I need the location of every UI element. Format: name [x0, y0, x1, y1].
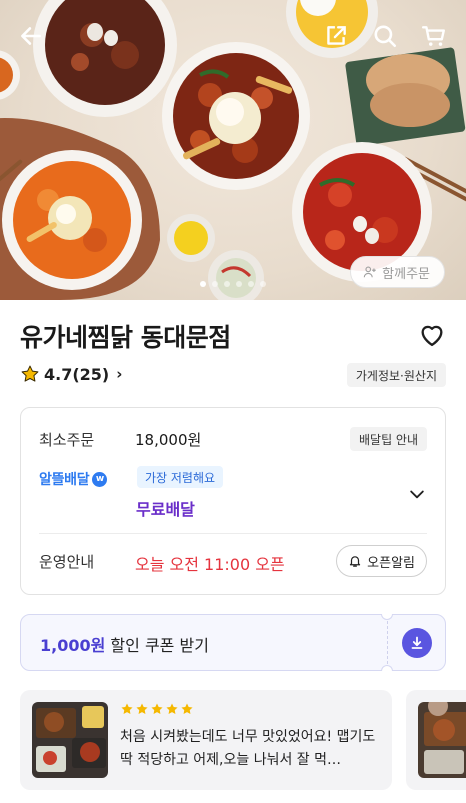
- star-icon: [181, 703, 193, 714]
- open-time-text: 오늘 오전 11:00 오픈: [135, 555, 285, 574]
- coupon-amount: 1,000원: [40, 636, 106, 655]
- heart-outline-icon[interactable]: [418, 321, 446, 349]
- open-alarm-button[interactable]: 오픈알림: [336, 545, 427, 577]
- coupon-download-button[interactable]: [402, 628, 432, 658]
- back-button[interactable]: [17, 22, 45, 50]
- star-icon: [21, 365, 39, 382]
- cheapest-badge: 가장 저렴해요: [137, 466, 224, 488]
- review-photo: [32, 702, 108, 778]
- carousel-dot: [236, 281, 242, 287]
- coupon-notch-bottom: [381, 665, 393, 671]
- star-icon: [166, 703, 178, 714]
- share-icon: [327, 26, 346, 45]
- download-icon: [411, 636, 423, 649]
- rating-link[interactable]: 4.7(25) ›: [20, 364, 122, 384]
- star-icon: [151, 703, 163, 714]
- together-order-button[interactable]: 함께주문: [350, 256, 445, 288]
- search-icon: [374, 25, 397, 48]
- people-icon: [363, 266, 376, 278]
- coupon-text: 1,000원 할인 쿠폰 받기: [40, 632, 209, 656]
- review-text: 처음 시켜봤는데도 너무 맛있었어요! 맵기도 딱 적당하고 어제,오늘 나눠서…: [120, 729, 376, 768]
- brand-label: 알뜰배달: [39, 472, 90, 488]
- carousel-dot: [200, 281, 206, 287]
- cart-icon: [421, 26, 445, 46]
- hero-image-carousel[interactable]: 함께주문: [0, 0, 466, 300]
- coupon-separator: [387, 621, 388, 664]
- open-alarm-label: 오픈알림: [367, 555, 415, 571]
- alttle-delivery-logo: 알뜰배달 w: [39, 469, 108, 489]
- star-icon: [121, 703, 133, 714]
- review-card[interactable]: 처음 시켜봤는데도 너무 맛있었어요! 맵기도 딱 적당하고 어제,오늘 나눠서…: [20, 690, 392, 790]
- rating-value: 4.7(25): [44, 364, 110, 384]
- brand-badge-icon: w: [92, 471, 108, 487]
- together-order-label: 함께주문: [382, 266, 430, 282]
- chevron-right-icon: ›: [116, 365, 123, 383]
- carousel-indicator: [200, 281, 266, 287]
- hours-label: 운영안내: [39, 553, 95, 571]
- coupon-banner[interactable]: 1,000원 할인 쿠폰 받기: [20, 614, 446, 671]
- review-photo-next: [418, 702, 466, 778]
- search-button[interactable]: [371, 22, 399, 50]
- carousel-dot: [260, 281, 266, 287]
- coupon-label: 할인 쿠폰 받기: [105, 636, 209, 655]
- delivery-tip-button[interactable]: 배달팁 안내: [349, 427, 427, 451]
- arrow-left-icon: [21, 27, 41, 45]
- min-order-value: 18,000원: [135, 431, 202, 449]
- review-rating: [120, 702, 194, 716]
- carousel-dot: [248, 281, 254, 287]
- carousel-dot: [224, 281, 230, 287]
- min-order-label: 최소주문: [39, 431, 95, 449]
- share-button[interactable]: [322, 22, 350, 50]
- review-card-next[interactable]: [406, 690, 466, 790]
- chevron-down-icon[interactable]: [407, 484, 427, 504]
- star-icon: [136, 703, 148, 714]
- store-name: 유가네찜닭 동대문점: [20, 323, 231, 352]
- free-delivery-text: 무료배달: [136, 500, 195, 519]
- bell-icon: [349, 556, 361, 567]
- coupon-notch-top: [381, 614, 393, 620]
- store-info-button[interactable]: 가게정보·원산지: [346, 363, 446, 387]
- delivery-info-card: 최소주문 18,000원 배달팁 안내 알뜰배달 w 가장 저렴해요 무료배달 …: [20, 407, 446, 595]
- divider: [39, 533, 427, 534]
- carousel-dot: [212, 281, 218, 287]
- cart-button[interactable]: [420, 22, 448, 50]
